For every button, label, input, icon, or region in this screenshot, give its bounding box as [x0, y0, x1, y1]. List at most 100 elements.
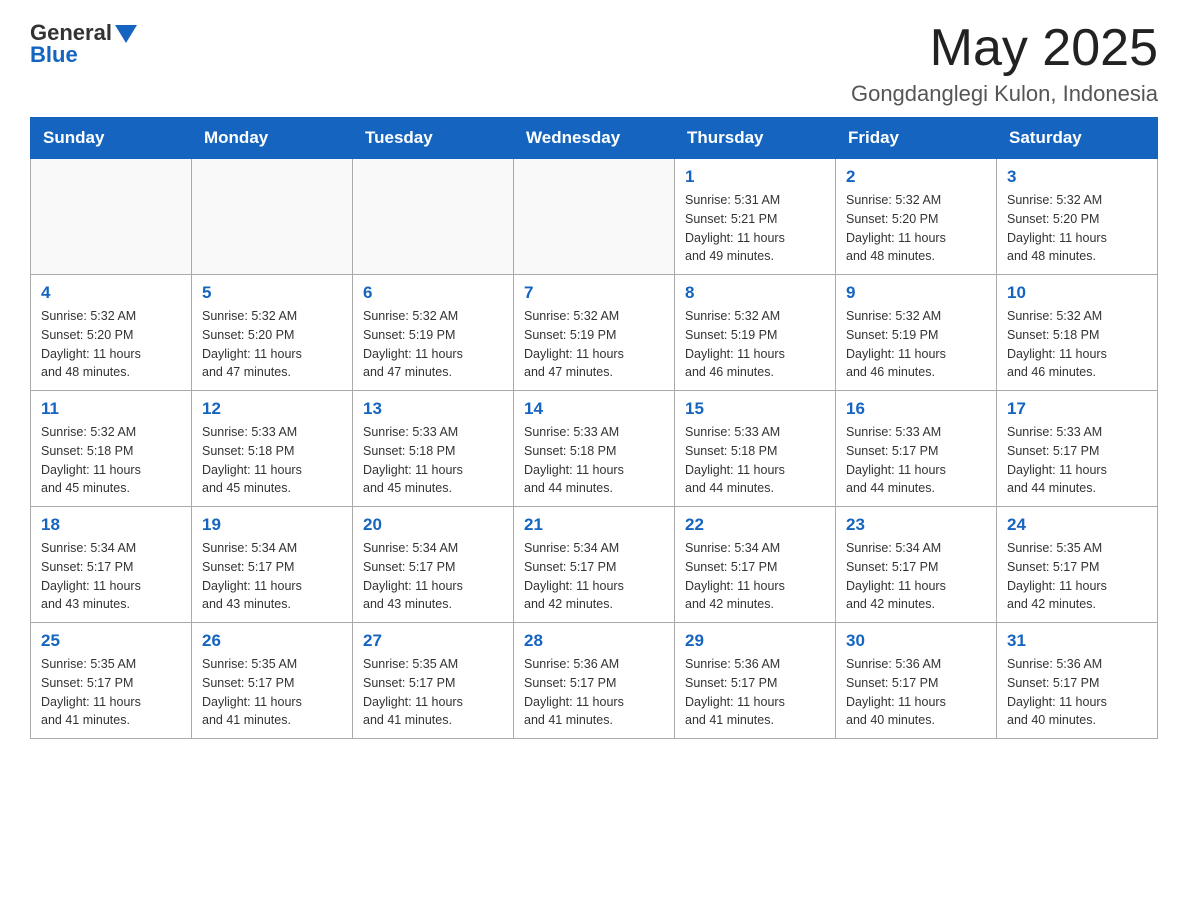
day-info: Sunrise: 5:33 AM Sunset: 5:17 PM Dayligh… — [1007, 423, 1147, 498]
calendar-cell: 10 Sunrise: 5:32 AM Sunset: 5:18 PM Dayli… — [997, 275, 1158, 391]
day-info: Sunrise: 5:32 AM Sunset: 5:19 PM Dayligh… — [846, 307, 986, 382]
day-number: 31 — [1007, 631, 1147, 651]
calendar-cell: 16 Sunrise: 5:33 AM Sunset: 5:17 PM Dayli… — [836, 391, 997, 507]
day-number: 3 — [1007, 167, 1147, 187]
day-number: 16 — [846, 399, 986, 419]
day-number: 13 — [363, 399, 503, 419]
calendar-week-row: 25 Sunrise: 5:35 AM Sunset: 5:17 PM Dayli… — [31, 623, 1158, 739]
calendar-cell: 1 Sunrise: 5:31 AM Sunset: 5:21 PM Daylig… — [675, 159, 836, 275]
day-number: 23 — [846, 515, 986, 535]
day-info: Sunrise: 5:36 AM Sunset: 5:17 PM Dayligh… — [846, 655, 986, 730]
day-number: 30 — [846, 631, 986, 651]
day-info: Sunrise: 5:34 AM Sunset: 5:17 PM Dayligh… — [846, 539, 986, 614]
logo-triangle-icon — [115, 25, 137, 43]
day-number: 11 — [41, 399, 181, 419]
day-of-week-header: Saturday — [997, 118, 1158, 159]
calendar-cell: 27 Sunrise: 5:35 AM Sunset: 5:17 PM Dayli… — [353, 623, 514, 739]
day-info: Sunrise: 5:33 AM Sunset: 5:18 PM Dayligh… — [202, 423, 342, 498]
day-number: 10 — [1007, 283, 1147, 303]
calendar-cell: 25 Sunrise: 5:35 AM Sunset: 5:17 PM Dayli… — [31, 623, 192, 739]
calendar-week-row: 18 Sunrise: 5:34 AM Sunset: 5:17 PM Dayli… — [31, 507, 1158, 623]
calendar-cell — [31, 159, 192, 275]
day-info: Sunrise: 5:34 AM Sunset: 5:17 PM Dayligh… — [524, 539, 664, 614]
day-number: 27 — [363, 631, 503, 651]
day-info: Sunrise: 5:32 AM Sunset: 5:18 PM Dayligh… — [41, 423, 181, 498]
day-info: Sunrise: 5:32 AM Sunset: 5:18 PM Dayligh… — [1007, 307, 1147, 382]
page-header: General Blue May 2025 Gongdanglegi Kulon… — [30, 20, 1158, 107]
calendar-cell: 14Sunrise: 5:33 AM Sunset: 5:18 PM Dayli… — [514, 391, 675, 507]
calendar-cell — [353, 159, 514, 275]
day-info: Sunrise: 5:32 AM Sunset: 5:19 PM Dayligh… — [685, 307, 825, 382]
calendar-week-row: 4 Sunrise: 5:32 AM Sunset: 5:20 PM Daylig… — [31, 275, 1158, 391]
day-number: 2 — [846, 167, 986, 187]
day-info: Sunrise: 5:35 AM Sunset: 5:17 PM Dayligh… — [363, 655, 503, 730]
location-title: Gongdanglegi Kulon, Indonesia — [851, 81, 1158, 107]
day-info: Sunrise: 5:31 AM Sunset: 5:21 PM Dayligh… — [685, 191, 825, 266]
day-info: Sunrise: 5:33 AM Sunset: 5:18 PM Dayligh… — [363, 423, 503, 498]
day-number: 24 — [1007, 515, 1147, 535]
day-number: 26 — [202, 631, 342, 651]
calendar-week-row: 1 Sunrise: 5:31 AM Sunset: 5:21 PM Daylig… — [31, 159, 1158, 275]
day-info: Sunrise: 5:32 AM Sunset: 5:19 PM Dayligh… — [524, 307, 664, 382]
day-of-week-header: Thursday — [675, 118, 836, 159]
calendar-cell — [514, 159, 675, 275]
day-info: Sunrise: 5:33 AM Sunset: 5:18 PM Dayligh… — [524, 423, 664, 498]
calendar-cell: 23 Sunrise: 5:34 AM Sunset: 5:17 PM Dayli… — [836, 507, 997, 623]
day-info: Sunrise: 5:34 AM Sunset: 5:17 PM Dayligh… — [41, 539, 181, 614]
day-info: Sunrise: 5:32 AM Sunset: 5:20 PM Dayligh… — [1007, 191, 1147, 266]
day-number: 5 — [202, 283, 342, 303]
day-number: 7 — [524, 283, 664, 303]
calendar-cell: 18 Sunrise: 5:34 AM Sunset: 5:17 PM Dayli… — [31, 507, 192, 623]
day-number: 25 — [41, 631, 181, 651]
day-number: 17 — [1007, 399, 1147, 419]
calendar-cell: 21 Sunrise: 5:34 AM Sunset: 5:17 PM Dayli… — [514, 507, 675, 623]
day-info: Sunrise: 5:32 AM Sunset: 5:19 PM Dayligh… — [363, 307, 503, 382]
calendar-cell: 12 Sunrise: 5:33 AM Sunset: 5:18 PM Dayli… — [192, 391, 353, 507]
day-info: Sunrise: 5:35 AM Sunset: 5:17 PM Dayligh… — [1007, 539, 1147, 614]
day-number: 19 — [202, 515, 342, 535]
day-number: 6 — [363, 283, 503, 303]
day-info: Sunrise: 5:32 AM Sunset: 5:20 PM Dayligh… — [41, 307, 181, 382]
calendar-cell: 2 Sunrise: 5:32 AM Sunset: 5:20 PM Daylig… — [836, 159, 997, 275]
day-number: 12 — [202, 399, 342, 419]
day-number: 18 — [41, 515, 181, 535]
calendar-cell: 28 Sunrise: 5:36 AM Sunset: 5:17 PM Dayli… — [514, 623, 675, 739]
calendar-cell: 3 Sunrise: 5:32 AM Sunset: 5:20 PM Daylig… — [997, 159, 1158, 275]
day-info: Sunrise: 5:33 AM Sunset: 5:17 PM Dayligh… — [846, 423, 986, 498]
day-number: 29 — [685, 631, 825, 651]
calendar-cell: 9Sunrise: 5:32 AM Sunset: 5:19 PM Daylig… — [836, 275, 997, 391]
day-of-week-header: Tuesday — [353, 118, 514, 159]
calendar-cell: 5 Sunrise: 5:32 AM Sunset: 5:20 PM Daylig… — [192, 275, 353, 391]
calendar-cell: 8 Sunrise: 5:32 AM Sunset: 5:19 PM Daylig… — [675, 275, 836, 391]
day-number: 28 — [524, 631, 664, 651]
calendar-cell: 6 Sunrise: 5:32 AM Sunset: 5:19 PM Daylig… — [353, 275, 514, 391]
calendar-cell: 11 Sunrise: 5:32 AM Sunset: 5:18 PM Dayli… — [31, 391, 192, 507]
calendar-cell: 31 Sunrise: 5:36 AM Sunset: 5:17 PM Dayli… — [997, 623, 1158, 739]
calendar-cell: 15 Sunrise: 5:33 AM Sunset: 5:18 PM Dayli… — [675, 391, 836, 507]
day-number: 1 — [685, 167, 825, 187]
calendar-cell: 4 Sunrise: 5:32 AM Sunset: 5:20 PM Daylig… — [31, 275, 192, 391]
calendar-table: SundayMondayTuesdayWednesdayThursdayFrid… — [30, 117, 1158, 739]
day-info: Sunrise: 5:35 AM Sunset: 5:17 PM Dayligh… — [202, 655, 342, 730]
calendar-week-row: 11 Sunrise: 5:32 AM Sunset: 5:18 PM Dayli… — [31, 391, 1158, 507]
day-info: Sunrise: 5:35 AM Sunset: 5:17 PM Dayligh… — [41, 655, 181, 730]
day-number: 22 — [685, 515, 825, 535]
day-info: Sunrise: 5:36 AM Sunset: 5:17 PM Dayligh… — [1007, 655, 1147, 730]
month-title: May 2025 — [851, 20, 1158, 77]
day-info: Sunrise: 5:36 AM Sunset: 5:17 PM Dayligh… — [524, 655, 664, 730]
day-number: 15 — [685, 399, 825, 419]
logo: General Blue — [30, 20, 137, 68]
day-info: Sunrise: 5:33 AM Sunset: 5:18 PM Dayligh… — [685, 423, 825, 498]
title-block: May 2025 Gongdanglegi Kulon, Indonesia — [851, 20, 1158, 107]
day-number: 21 — [524, 515, 664, 535]
calendar-cell: 7 Sunrise: 5:32 AM Sunset: 5:19 PM Daylig… — [514, 275, 675, 391]
day-info: Sunrise: 5:32 AM Sunset: 5:20 PM Dayligh… — [846, 191, 986, 266]
day-info: Sunrise: 5:32 AM Sunset: 5:20 PM Dayligh… — [202, 307, 342, 382]
day-number: 8 — [685, 283, 825, 303]
calendar-cell: 26 Sunrise: 5:35 AM Sunset: 5:17 PM Dayli… — [192, 623, 353, 739]
day-of-week-header: Sunday — [31, 118, 192, 159]
day-number: 4 — [41, 283, 181, 303]
day-of-week-header: Monday — [192, 118, 353, 159]
calendar-cell: 17 Sunrise: 5:33 AM Sunset: 5:17 PM Dayli… — [997, 391, 1158, 507]
day-number: 20 — [363, 515, 503, 535]
